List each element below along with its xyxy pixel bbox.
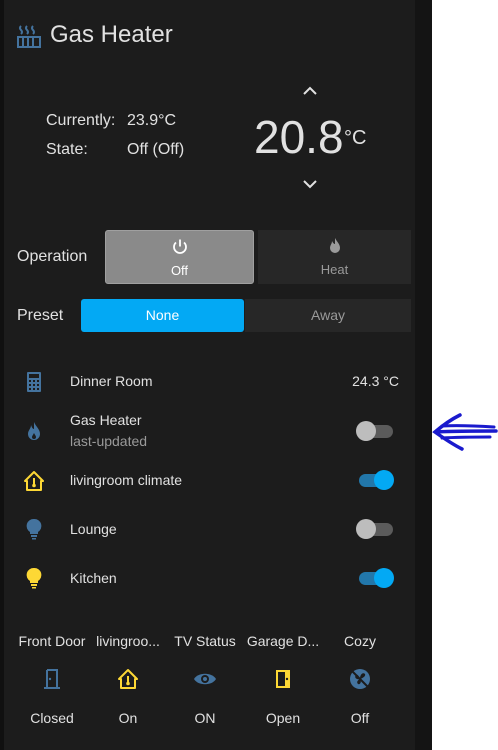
glance-name: Garage D...	[246, 633, 320, 649]
radiator-icon	[17, 25, 41, 48]
thermostat-card: Gas Heater Currently: 23.9°C State: Off …	[4, 0, 415, 750]
chevron-up-icon[interactable]	[298, 82, 322, 98]
state-value: Off (Off)	[127, 141, 185, 158]
glance-livingroom[interactable]: livingroo... On	[88, 633, 168, 733]
fire-icon	[329, 238, 340, 253]
fan-off-icon	[350, 669, 370, 689]
glance-front-door[interactable]: Front Door Closed	[12, 633, 92, 733]
toggle-thumb	[356, 421, 376, 441]
glance-state: On	[118, 710, 138, 726]
entity-secondary-info: last-updated	[70, 433, 148, 449]
chevron-down-icon[interactable]	[298, 176, 322, 192]
lounge-toggle[interactable]	[356, 519, 394, 539]
lightbulb-icon	[26, 567, 42, 589]
entity-name[interactable]: livingroom climate	[70, 472, 182, 488]
annotation-arrow	[432, 413, 498, 451]
glance-tv-status[interactable]: TV Status ON	[165, 633, 245, 733]
power-icon	[172, 239, 187, 254]
glance-state: Off	[350, 710, 370, 726]
preset-none-button[interactable]: None	[81, 299, 244, 332]
entity-name[interactable]: Kitchen	[70, 570, 117, 586]
card-title: Gas Heater	[50, 21, 173, 48]
target-temp-unit: °C	[344, 127, 367, 149]
entity-name[interactable]: Dinner Room	[70, 373, 152, 389]
operation-selector: Off Heat	[105, 230, 411, 284]
glance-garage-door[interactable]: Garage D... Open	[243, 633, 323, 733]
toggle-thumb	[374, 568, 394, 588]
door-closed-icon	[44, 669, 60, 689]
glance-state: ON	[194, 710, 216, 726]
glance-name: Front Door	[18, 633, 86, 649]
target-temp-value: 20.8	[254, 111, 344, 163]
glance-name: TV Status	[174, 633, 236, 649]
current-temp-label: Currently:	[46, 112, 116, 129]
glance-name: livingroo...	[96, 633, 160, 649]
operation-off-button[interactable]: Off	[105, 230, 254, 284]
gas-heater-toggle[interactable]	[356, 421, 394, 441]
operation-label: Operation	[17, 248, 88, 265]
glance-state: Closed	[30, 710, 74, 726]
entity-name[interactable]: Lounge	[70, 521, 117, 537]
glance-cozy[interactable]: Cozy Off	[320, 633, 400, 733]
current-temp-value: 23.9°C	[127, 112, 177, 129]
toggle-thumb	[374, 470, 394, 490]
glance-state: Open	[265, 710, 301, 726]
operation-heat-button[interactable]: Heat	[258, 230, 411, 284]
state-label: State:	[46, 141, 88, 158]
operation-heat-label: Heat	[320, 262, 349, 277]
home-thermometer-icon	[118, 669, 138, 689]
preset-label: Preset	[17, 307, 64, 324]
eye-icon	[194, 673, 216, 685]
kitchen-toggle[interactable]	[356, 568, 394, 588]
glance-name: Cozy	[344, 633, 376, 649]
entity-state: 24.3 °C	[352, 373, 399, 389]
entity-name[interactable]: Gas Heater	[70, 412, 142, 428]
livingroom-climate-toggle[interactable]	[356, 470, 394, 490]
lightbulb-icon	[26, 518, 42, 540]
preset-away-button[interactable]: Away	[245, 299, 411, 332]
door-open-icon	[276, 670, 290, 688]
preset-selector: None Away	[81, 299, 411, 332]
calculator-icon	[27, 372, 41, 392]
home-thermometer-icon	[24, 471, 44, 491]
operation-off-label: Off	[170, 263, 189, 278]
fire-icon	[28, 422, 40, 440]
toggle-thumb	[356, 519, 376, 539]
right-panel-edge	[415, 0, 432, 750]
